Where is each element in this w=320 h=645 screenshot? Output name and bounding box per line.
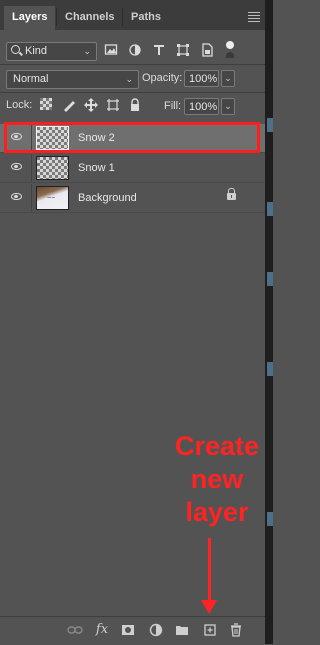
layer-thumbnail [36, 156, 69, 180]
lock-label: Lock: [6, 99, 33, 111]
panel-menu-icon[interactable] [248, 12, 260, 24]
layers-panel: Layers Channels Paths Kind ⌄ Normal ⌄ Op… [0, 0, 265, 645]
smart-object-filter-icon[interactable] [200, 42, 214, 58]
tab-channels[interactable]: Channels [57, 6, 123, 30]
delete-layer-icon[interactable] [227, 621, 245, 639]
new-group-icon[interactable] [173, 621, 191, 639]
visibility-toggle[interactable] [0, 154, 32, 182]
selection-highlight-box [4, 122, 260, 153]
lock-all-icon[interactable] [128, 98, 142, 112]
annotation-line: new [190, 464, 244, 494]
lock-icon [227, 188, 236, 201]
chevron-down-icon: ⌄ [125, 74, 133, 84]
annotation-create-new-layer: Create new layer [171, 430, 263, 529]
opacity-dropdown-button[interactable]: ⌄ [221, 70, 235, 87]
layers-footer-toolbar: fx [0, 616, 265, 645]
type-filter-icon[interactable] [152, 42, 166, 58]
annotation-arrow-head [201, 600, 217, 614]
canvas-edge-strip [265, 0, 273, 644]
adjustment-layer-icon[interactable] [147, 621, 165, 639]
lock-image-pixels-icon[interactable] [62, 98, 76, 112]
divider [0, 64, 265, 65]
filter-toggle-base [226, 52, 234, 58]
panel-tab-bar: Layers Channels Paths [0, 0, 265, 30]
annotation-arrow-shaft [208, 538, 211, 606]
adjustment-filter-icon[interactable] [128, 42, 142, 58]
divider [0, 92, 265, 93]
new-layer-icon[interactable] [201, 621, 219, 639]
blend-mode-select[interactable]: Normal ⌄ [6, 70, 139, 89]
blend-mode-value: Normal [13, 73, 49, 85]
lock-artboard-icon[interactable] [106, 98, 120, 112]
eye-icon [11, 193, 22, 200]
filter-toggle-switch[interactable] [226, 41, 234, 49]
layer-name[interactable]: Background [78, 191, 137, 206]
fx-icon[interactable]: fx [93, 621, 111, 639]
layers-list: Snow 2 Snow 1 ~~ Background [0, 122, 265, 616]
tab-paths[interactable]: Paths [123, 6, 169, 30]
opacity-field[interactable]: 100% [184, 70, 219, 87]
filter-kind-label: Kind [25, 45, 48, 57]
eye-icon [11, 163, 22, 170]
add-mask-icon[interactable] [119, 621, 137, 639]
search-icon [11, 45, 20, 54]
visibility-toggle[interactable] [0, 184, 32, 212]
link-layers-icon[interactable] [66, 621, 84, 639]
fill-field[interactable]: 100% [184, 98, 219, 115]
tab-layers[interactable]: Layers [4, 6, 56, 30]
layer-name[interactable]: Snow 1 [78, 161, 115, 176]
layer-thumbnail: ~~ [36, 186, 69, 210]
chevron-down-icon: ⌄ [83, 46, 91, 56]
fill-dropdown-button[interactable]: ⌄ [221, 98, 235, 115]
annotation-line: Create [174, 431, 260, 461]
lock-transparent-pixels-icon[interactable] [40, 98, 52, 110]
image-filter-icon[interactable] [104, 42, 118, 58]
lock-position-icon[interactable] [84, 98, 98, 112]
layer-row-background[interactable]: ~~ Background [0, 184, 265, 213]
opacity-label: Opacity: [142, 72, 183, 84]
filter-kind-select[interactable]: Kind ⌄ [6, 42, 97, 61]
fill-label: Fill: [164, 100, 182, 112]
shape-filter-icon[interactable] [176, 42, 190, 58]
annotation-line: layer [185, 497, 249, 527]
layer-row-snow-1[interactable]: Snow 1 [0, 154, 265, 183]
